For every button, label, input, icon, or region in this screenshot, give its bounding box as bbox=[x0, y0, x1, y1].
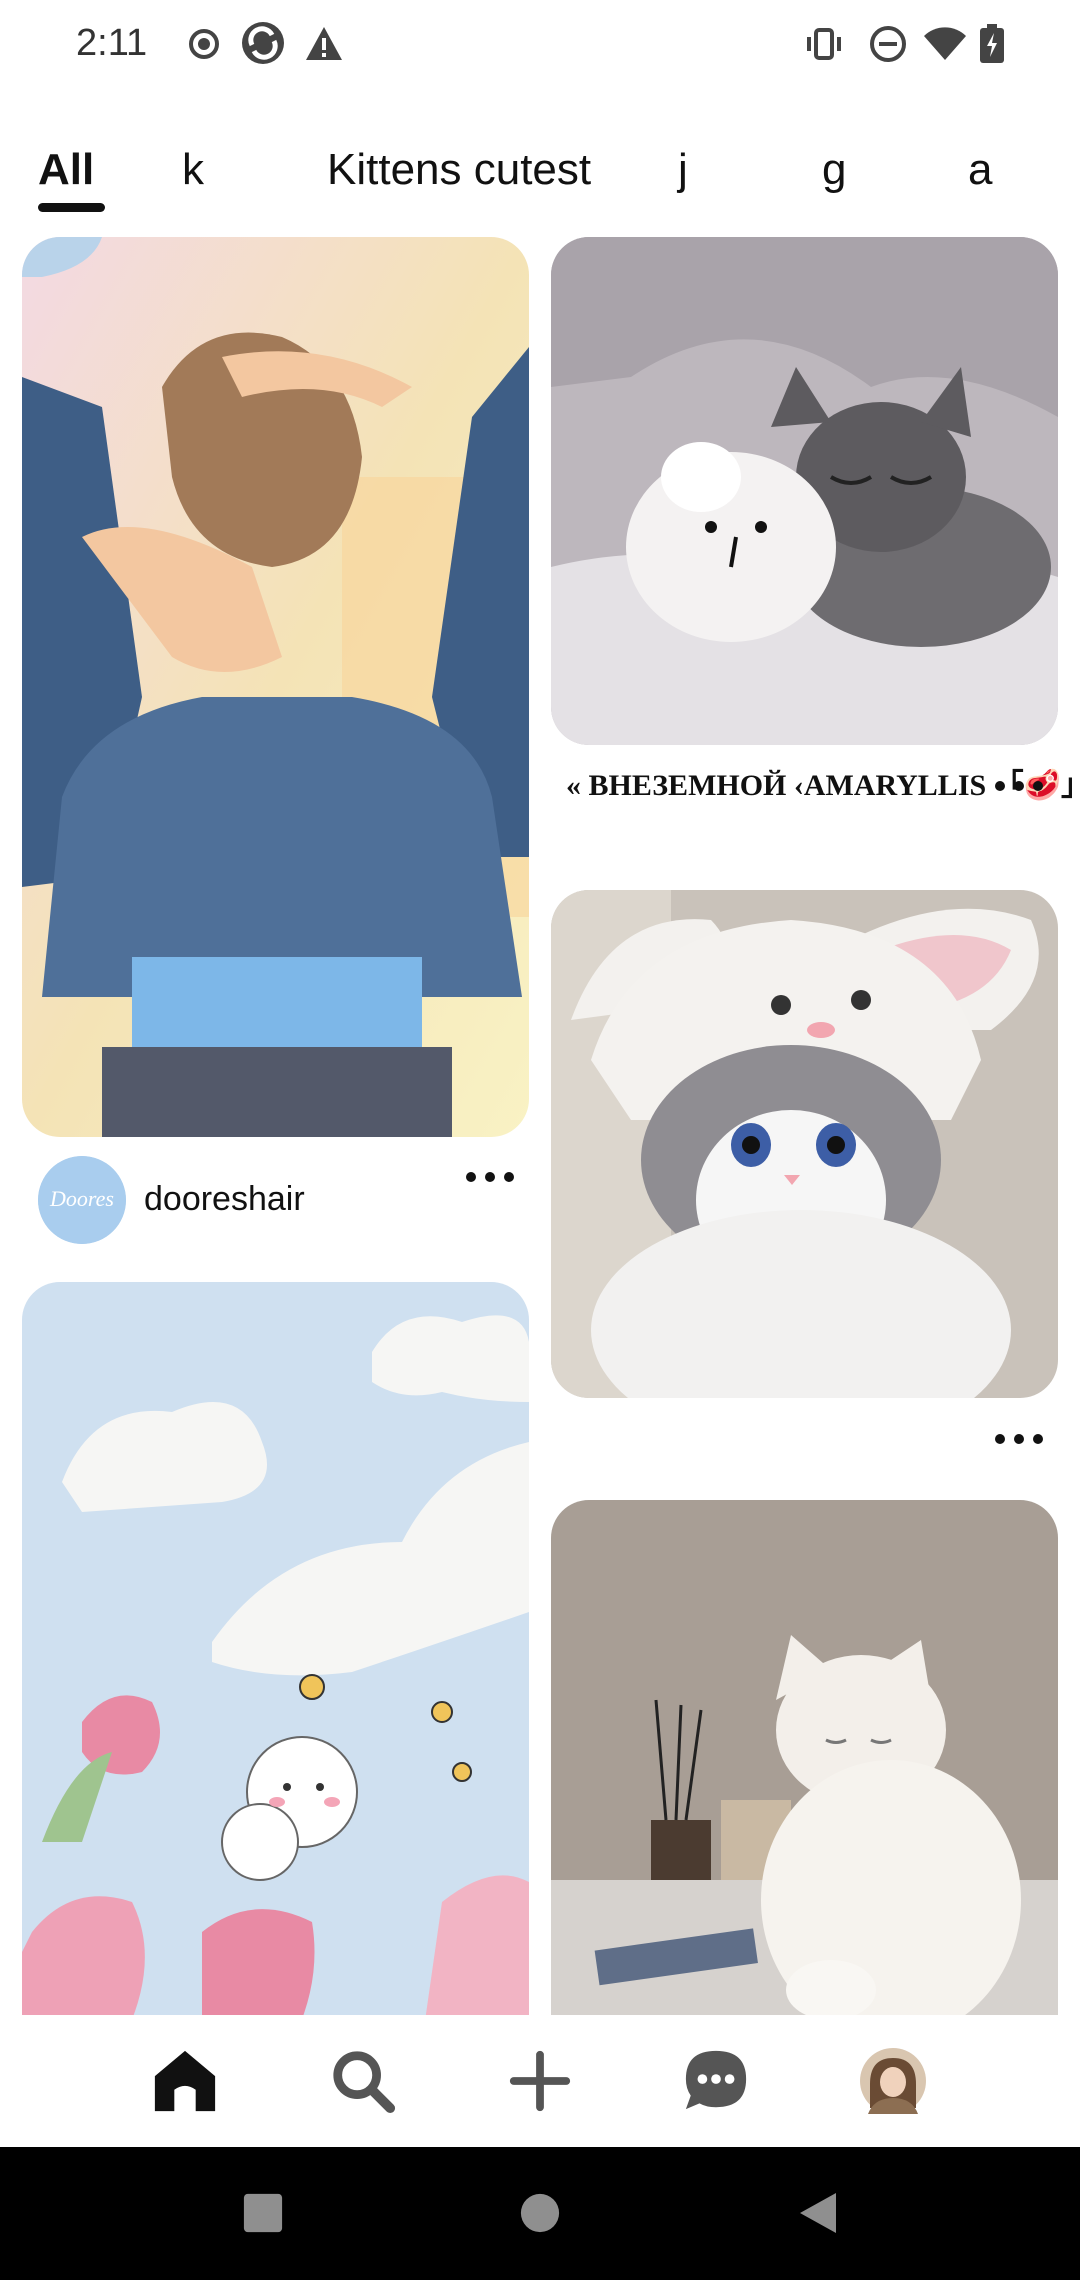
do-not-disturb-icon bbox=[868, 24, 908, 64]
status-bar: 2:11 bbox=[0, 0, 1080, 90]
search-icon[interactable] bbox=[323, 2041, 403, 2121]
tab-k[interactable]: k bbox=[182, 140, 204, 220]
home-icon[interactable] bbox=[145, 2041, 225, 2121]
pin-image-kitten-sleeping[interactable] bbox=[551, 237, 1058, 745]
board-tabs: All k Kittens cutest j g a bbox=[0, 140, 1080, 220]
vibrate-icon bbox=[804, 24, 844, 64]
author-name[interactable]: dooreshair bbox=[144, 1180, 305, 1219]
profile-avatar[interactable] bbox=[853, 2041, 933, 2121]
tab-j[interactable]: j bbox=[678, 140, 688, 220]
system-navigation-bar bbox=[0, 2147, 1080, 2280]
pin-image-pastel-cat-tulips[interactable] bbox=[22, 1282, 529, 2042]
author-avatar[interactable]: Doores bbox=[38, 1156, 126, 1244]
bottom-navigation bbox=[0, 2015, 1080, 2147]
tab-g[interactable]: g bbox=[822, 140, 846, 220]
more-options-icon[interactable] bbox=[989, 766, 1049, 806]
warning-icon bbox=[304, 24, 344, 64]
back-icon[interactable] bbox=[788, 2183, 848, 2243]
wifi-icon bbox=[922, 24, 968, 64]
home-circle-icon[interactable] bbox=[510, 2183, 570, 2243]
more-options-icon[interactable] bbox=[989, 1419, 1049, 1459]
status-time: 2:11 bbox=[76, 22, 148, 64]
tab-a[interactable]: a bbox=[968, 140, 992, 220]
messages-icon[interactable] bbox=[676, 2041, 756, 2121]
sync-app-icon bbox=[240, 20, 286, 66]
pin-image-white-fluffy-cat[interactable] bbox=[551, 1500, 1058, 2015]
tab-kittens-cutest[interactable]: Kittens cutest bbox=[327, 140, 591, 220]
plus-icon[interactable] bbox=[500, 2041, 580, 2121]
battery-charging-icon bbox=[978, 24, 1006, 64]
record-icon bbox=[184, 24, 224, 64]
active-tab-indicator bbox=[38, 203, 105, 212]
author-avatar-logo-text: Doores bbox=[49, 1186, 114, 1211]
pin-image-cat-bunny-hat[interactable] bbox=[551, 890, 1058, 1398]
recents-icon[interactable] bbox=[233, 2183, 293, 2243]
pin-image-girl-tying-hair[interactable] bbox=[22, 237, 529, 1137]
more-options-icon[interactable] bbox=[460, 1157, 520, 1197]
